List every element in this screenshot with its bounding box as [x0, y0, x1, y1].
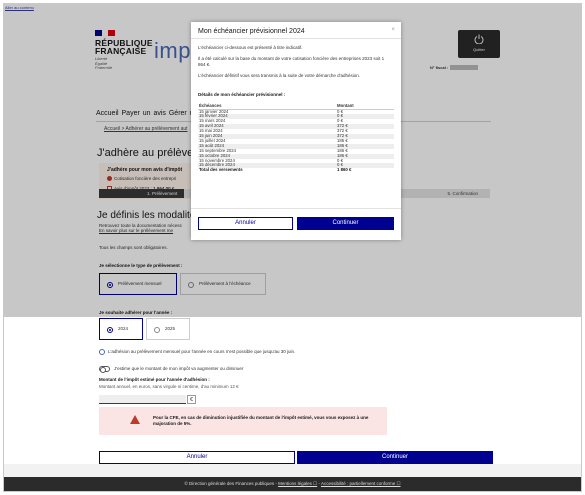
footer-copyright: © Direction générale des Finances publiq… — [184, 481, 279, 486]
warning-text: Pour la CFE, en cas de diminution injust… — [153, 415, 369, 426]
continue-button[interactable]: Continuer — [297, 451, 493, 464]
legal-notice-link[interactable]: Mentions légales ☐ — [278, 481, 317, 486]
schedule-header-row: Échéances Montant — [198, 102, 394, 110]
modal-cancel-button[interactable]: Annuler — [198, 217, 293, 230]
estimate-toggle-label: J'estime que le montant de mon impôt va … — [114, 366, 244, 372]
option-2024-label: 2024 — [118, 326, 129, 331]
total-amount: 1 860 € — [337, 167, 352, 173]
radio-2025[interactable] — [154, 327, 160, 333]
close-icon[interactable]: × — [391, 27, 395, 33]
modal-final-note: L'échéancier définitif vous sera transmi… — [198, 73, 361, 78]
browser-frame: Aller au contenu RÉPUBLIQUE FRANÇAISE Li… — [0, 0, 585, 495]
option-2025-label: 2025 — [165, 326, 176, 331]
due-date-header: Échéances — [198, 102, 336, 110]
total-label: Total des versements — [199, 167, 243, 173]
schedule-body: 15 janvier 2024 0 €15 février 2024 0 €15 m… — [198, 109, 394, 173]
amount-hint: Montant annuel, en euros, sans virgule n… — [99, 384, 239, 389]
modal-intro: L'échéancier ci-dessous est présenté à t… — [198, 45, 303, 50]
modal-divider — [191, 38, 401, 39]
schedule-details-title: Détails de mon échéancier prévisionnel : — [198, 92, 286, 97]
amount-unit: € — [187, 395, 196, 404]
modal-continue-button[interactable]: Continuer — [297, 217, 394, 230]
monthly-info-text: L'adhésion au prélèvement mensuel pour l… — [108, 349, 296, 355]
modal-footer-divider — [191, 208, 401, 209]
modal-calculation: Il a été calculé sur la base du montant … — [198, 56, 385, 67]
schedule-total-row: Total des versements 1 860 € — [198, 167, 394, 173]
option-year-2024[interactable]: 2024 — [99, 318, 143, 340]
warning-icon — [130, 415, 140, 424]
radio-2024[interactable] — [107, 327, 113, 333]
option-year-2025[interactable]: 2025 — [146, 318, 190, 340]
modal-title: Mon échéancier prévisionnel 2024 — [198, 28, 305, 35]
accessibility-link[interactable]: Accessibilité : partiellement conforme ☐ — [321, 481, 401, 486]
schedule-modal: Mon échéancier prévisionnel 2024 × L'éch… — [191, 22, 401, 240]
amount-input[interactable] — [99, 395, 186, 404]
info-icon — [99, 349, 105, 355]
estimate-toggle-row[interactable]: J'estime que le montant de mon impôt va … — [99, 366, 244, 373]
modal-backdrop-bottom — [4, 464, 581, 477]
site-footer: © Direction générale des Finances publiq… — [4, 477, 581, 491]
warning-alert: Pour la CFE, en cas de diminution injust… — [99, 407, 387, 435]
cancel-button[interactable]: Annuler — [99, 451, 295, 464]
schedule-table: Échéances Montant 15 janvier 2024 0 €15 f… — [198, 102, 394, 173]
monthly-info: L'adhésion au prélèvement mensuel pour l… — [99, 349, 295, 355]
amount-header: Montant — [336, 102, 394, 110]
amount-label: Montant de l'impôt estimé pour l'année d… — [99, 377, 210, 382]
estimate-toggle[interactable] — [99, 366, 110, 373]
